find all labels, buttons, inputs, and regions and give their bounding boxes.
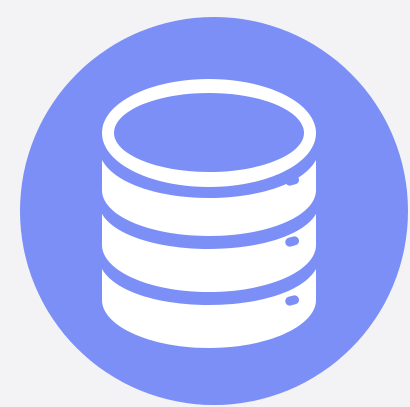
- icon-stage: [0, 0, 410, 407]
- database-icon: [20, 17, 408, 405]
